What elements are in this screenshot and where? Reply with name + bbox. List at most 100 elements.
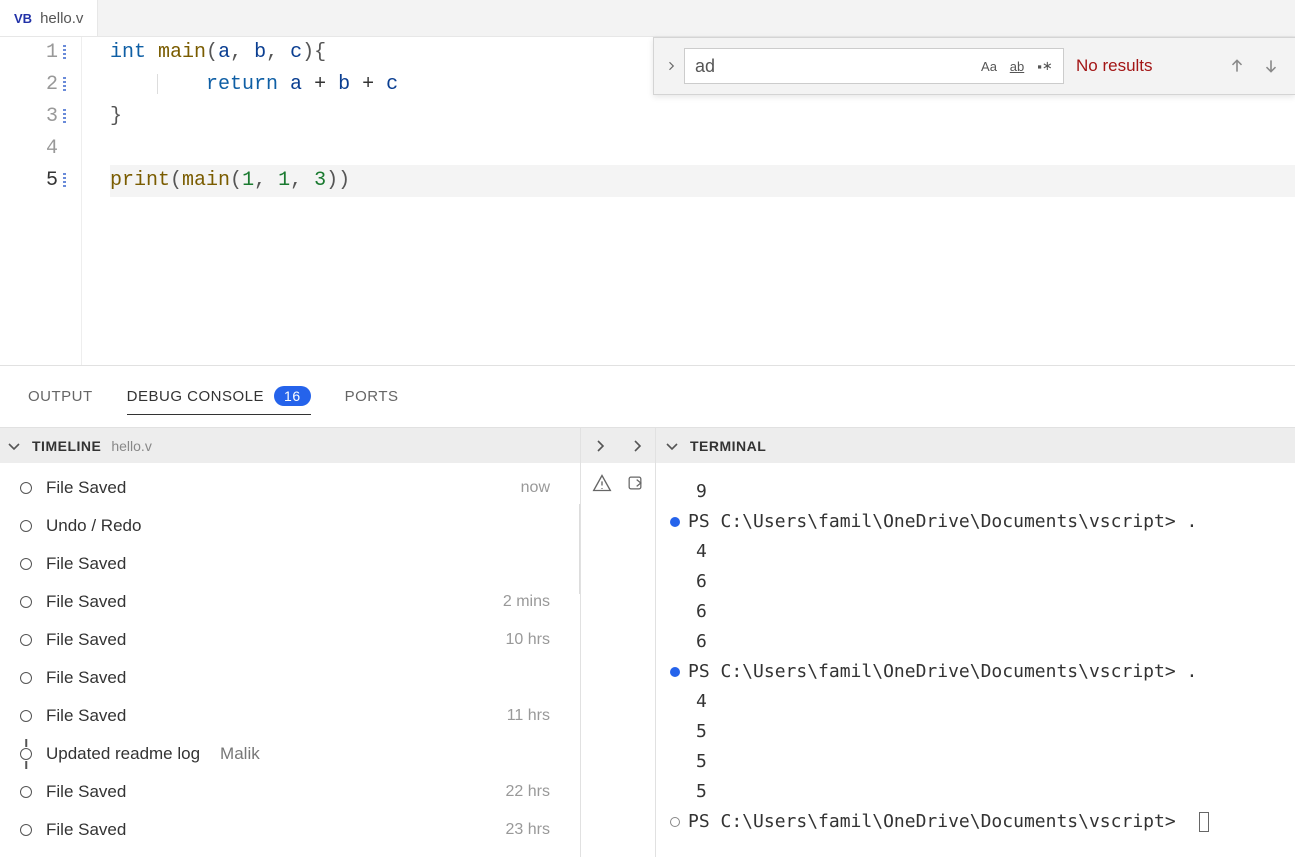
- terminal-text: 6: [696, 627, 707, 657]
- timeline-title: TIMELINE: [32, 438, 101, 454]
- find-expand-toggle[interactable]: [664, 48, 678, 84]
- regex-toggle[interactable]: ▪∗: [1033, 54, 1057, 78]
- terminal-text: 5: [696, 747, 707, 777]
- debug-icon[interactable]: [625, 473, 645, 496]
- find-widget: Aa ab ▪∗ No results: [653, 37, 1295, 95]
- terminal-text: 4: [696, 537, 707, 567]
- terminal-text: 5: [696, 777, 707, 807]
- line-number: 3: [0, 101, 58, 133]
- tab-debug-console[interactable]: DEBUG CONSOLE 16: [127, 378, 311, 415]
- timeline-item[interactable]: Undo / Redo: [20, 507, 580, 545]
- chevron-right-icon[interactable]: [625, 438, 649, 454]
- terminal-text: 6: [696, 567, 707, 597]
- timeline-item[interactable]: File Saved11 hrs: [20, 697, 580, 735]
- timeline-label: File Saved: [46, 820, 126, 840]
- terminal-line: 4: [670, 537, 1295, 567]
- terminal-line: PS C:\Users\famil\OneDrive\Documents\vsc…: [670, 657, 1295, 687]
- terminal-text: PS C:\Users\famil\OneDrive\Documents\vsc…: [688, 657, 1197, 687]
- timeline-time: 23 hrs: [506, 821, 580, 839]
- chevron-down-icon[interactable]: [6, 438, 22, 454]
- tab-bar: VB hello.v: [0, 0, 1295, 37]
- prompt-dot-icon: [670, 817, 680, 827]
- terminal-body[interactable]: 9PS C:\Users\famil\OneDrive\Documents\vs…: [656, 463, 1295, 857]
- cursor-icon: [1199, 812, 1209, 832]
- line-number: 1: [0, 37, 58, 69]
- timeline-item[interactable]: Updated readme log Malik: [20, 735, 580, 773]
- timeline-item[interactable]: File Saved: [20, 659, 580, 697]
- timeline-label: File Saved: [46, 630, 126, 650]
- save-icon: [20, 786, 32, 798]
- save-icon: [20, 558, 32, 570]
- terminal-line: 6: [670, 567, 1295, 597]
- line-number: 2: [0, 69, 58, 101]
- terminal-text: PS C:\Users\famil\OneDrive\Documents\vsc…: [688, 507, 1197, 537]
- terminal-text: PS C:\Users\famil\OneDrive\Documents\vsc…: [688, 807, 1187, 837]
- timeline-item[interactable]: File Saved 22 hrs: [20, 773, 580, 811]
- terminal-text: 9: [696, 477, 707, 507]
- match-word-toggle[interactable]: ab: [1005, 54, 1029, 78]
- panel-tabs: OUTPUT DEBUG CONSOLE 16 PORTS: [0, 365, 1295, 427]
- terminal-line: 6: [670, 627, 1295, 657]
- timeline-time: now: [521, 479, 580, 497]
- timeline-label: File Saved: [46, 478, 126, 498]
- debug-badge: 16: [274, 386, 311, 406]
- find-prev-button[interactable]: [1223, 52, 1251, 80]
- prompt-dot-icon: [670, 667, 680, 677]
- timeline-header: TIMELINE hello.v: [0, 428, 580, 463]
- terminal-line: 5: [670, 777, 1295, 807]
- match-case-toggle[interactable]: Aa: [977, 54, 1001, 78]
- chevron-right-icon[interactable]: [588, 438, 612, 454]
- find-result-text: No results: [1070, 56, 1159, 76]
- terminal-text: 5: [696, 717, 707, 747]
- timeline-subtitle: hello.v: [111, 438, 151, 454]
- terminal-text: 6: [696, 597, 707, 627]
- timeline-label: Updated readme log: [46, 744, 200, 764]
- timeline-item[interactable]: File Saved 23 hrs: [20, 811, 580, 849]
- language-badge: VB: [14, 11, 32, 26]
- terminal-line: PS C:\Users\famil\OneDrive\Documents\vsc…: [670, 807, 1295, 837]
- find-input-container: Aa ab ▪∗: [684, 48, 1064, 84]
- timeline-label: File Saved: [46, 554, 126, 574]
- panel-divider: [580, 428, 656, 857]
- save-icon: [20, 824, 32, 836]
- terminal-line: 6: [670, 597, 1295, 627]
- tab-output[interactable]: OUTPUT: [28, 380, 93, 413]
- save-icon: [20, 672, 32, 684]
- terminal-line: 9: [670, 477, 1295, 507]
- timeline-time: 10 hrs: [506, 631, 580, 649]
- timeline-label: File Saved: [46, 592, 126, 612]
- save-icon: [20, 710, 32, 722]
- terminal-line: PS C:\Users\famil\OneDrive\Documents\vsc…: [670, 507, 1295, 537]
- timeline-label: File Saved: [46, 706, 126, 726]
- scrollbar[interactable]: [579, 504, 580, 594]
- editor-tab[interactable]: VB hello.v: [0, 0, 98, 36]
- find-input[interactable]: [685, 56, 977, 77]
- timeline-time: 2 mins: [503, 593, 580, 611]
- line-number: 4: [0, 133, 58, 165]
- timeline-item[interactable]: File Saved 10 hrs: [20, 621, 580, 659]
- save-icon: [20, 482, 32, 494]
- timeline-panel: TIMELINE hello.v File Saved now Undo / Red…: [0, 428, 580, 857]
- timeline-label: File Saved: [46, 782, 126, 802]
- terminal-title: TERMINAL: [690, 438, 766, 454]
- terminal-line: 4: [670, 687, 1295, 717]
- tab-ports[interactable]: PORTS: [345, 380, 399, 413]
- bottom-panel: TIMELINE hello.v File Saved now Undo / Red…: [0, 427, 1295, 857]
- tab-filename: hello.v: [40, 10, 83, 27]
- timeline-item[interactable]: File Saved: [20, 545, 580, 583]
- commit-icon: [20, 748, 32, 760]
- timeline-author: Malik: [220, 744, 260, 764]
- timeline-item[interactable]: File Saved now: [20, 469, 580, 507]
- warning-icon[interactable]: [592, 473, 612, 496]
- timeline-item[interactable]: File Saved 2 mins: [20, 583, 580, 621]
- timeline-time: 22 hrs: [506, 783, 580, 801]
- terminal-header: TERMINAL: [656, 428, 1295, 463]
- timeline-label: Undo / Redo: [46, 516, 141, 536]
- chevron-down-icon[interactable]: [664, 438, 680, 454]
- line-number: 5: [0, 165, 58, 197]
- line-gutter: 1 2 3 4 5: [0, 37, 82, 365]
- terminal-text: 4: [696, 687, 707, 717]
- save-icon: [20, 634, 32, 646]
- find-next-button[interactable]: [1257, 52, 1285, 80]
- terminal-line: 5: [670, 717, 1295, 747]
